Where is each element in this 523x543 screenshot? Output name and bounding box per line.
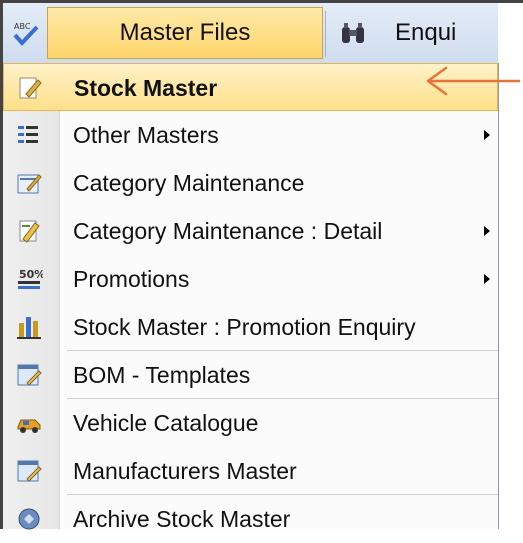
menu-item-category-maintenance[interactable]: Category Maintenance [3, 159, 498, 207]
submenu-arrow-icon [484, 226, 490, 236]
spellcheck-icon[interactable]: ABC [11, 19, 41, 49]
edit-page-icon [19, 77, 42, 99]
template-edit-icon [17, 460, 42, 482]
menu-enquiries[interactable]: Enqui [395, 3, 456, 63]
menu-item-bom-templates[interactable]: BOM - Templates [3, 351, 498, 399]
menu-item-label: Stock Master : Promotion Enquiry [73, 314, 416, 340]
menu-item-promotion-enquiry[interactable]: Stock Master : Promotion Enquiry [3, 303, 498, 351]
svg-text:50%: 50% [19, 268, 43, 281]
menu-item-label: Category Maintenance [73, 170, 305, 196]
menu-bar: ABC Master Files Enqui [3, 3, 498, 64]
menu-item-label: Category Maintenance : Detail [73, 218, 383, 244]
menu-item-vehicle-catalogue[interactable]: Vehicle Catalogue [3, 399, 498, 447]
submenu-arrow-icon [484, 274, 490, 284]
bar-chart-icon [17, 317, 41, 339]
menu-item-label: Vehicle Catalogue [73, 410, 259, 436]
menu-item-category-maintenance-detail[interactable]: Category Maintenance : Detail [3, 207, 498, 255]
menu-item-promotions[interactable]: 50% Promotions [3, 255, 498, 303]
menu-item-label: Promotions [73, 266, 190, 292]
menubar-separator [325, 11, 326, 57]
annotation-arrow-icon [426, 66, 520, 96]
menu-item-label: Stock Master [74, 75, 218, 101]
list-icon [18, 126, 38, 143]
edit-form-icon [17, 174, 42, 194]
menu-master-files[interactable]: Master Files [47, 7, 323, 59]
svg-text:ABC: ABC [14, 22, 31, 31]
submenu-arrow-icon [484, 130, 490, 140]
pencil-page-icon [19, 220, 40, 243]
vehicle-icon [17, 419, 41, 433]
menu-item-other-masters[interactable]: Other Masters [3, 111, 498, 159]
menu-item-label: BOM - Templates [73, 362, 251, 388]
menu-item-label: Manufacturers Master [73, 458, 297, 484]
menu-item-manufacturers-master[interactable]: Manufacturers Master [3, 447, 498, 495]
dropdown-menu: Stock Master Other Masters Category Main… [3, 63, 499, 532]
menu-item-label: Archive Stock Master [73, 506, 291, 532]
template-edit-icon [17, 364, 42, 386]
binoculars-icon[interactable] [339, 21, 367, 47]
background [498, 3, 523, 63]
percent-tag-icon: 50% [18, 268, 43, 289]
menu-item-label: Other Masters [73, 122, 219, 148]
menu-item-archive-stock-master[interactable]: Archive Stock Master [3, 495, 498, 543]
